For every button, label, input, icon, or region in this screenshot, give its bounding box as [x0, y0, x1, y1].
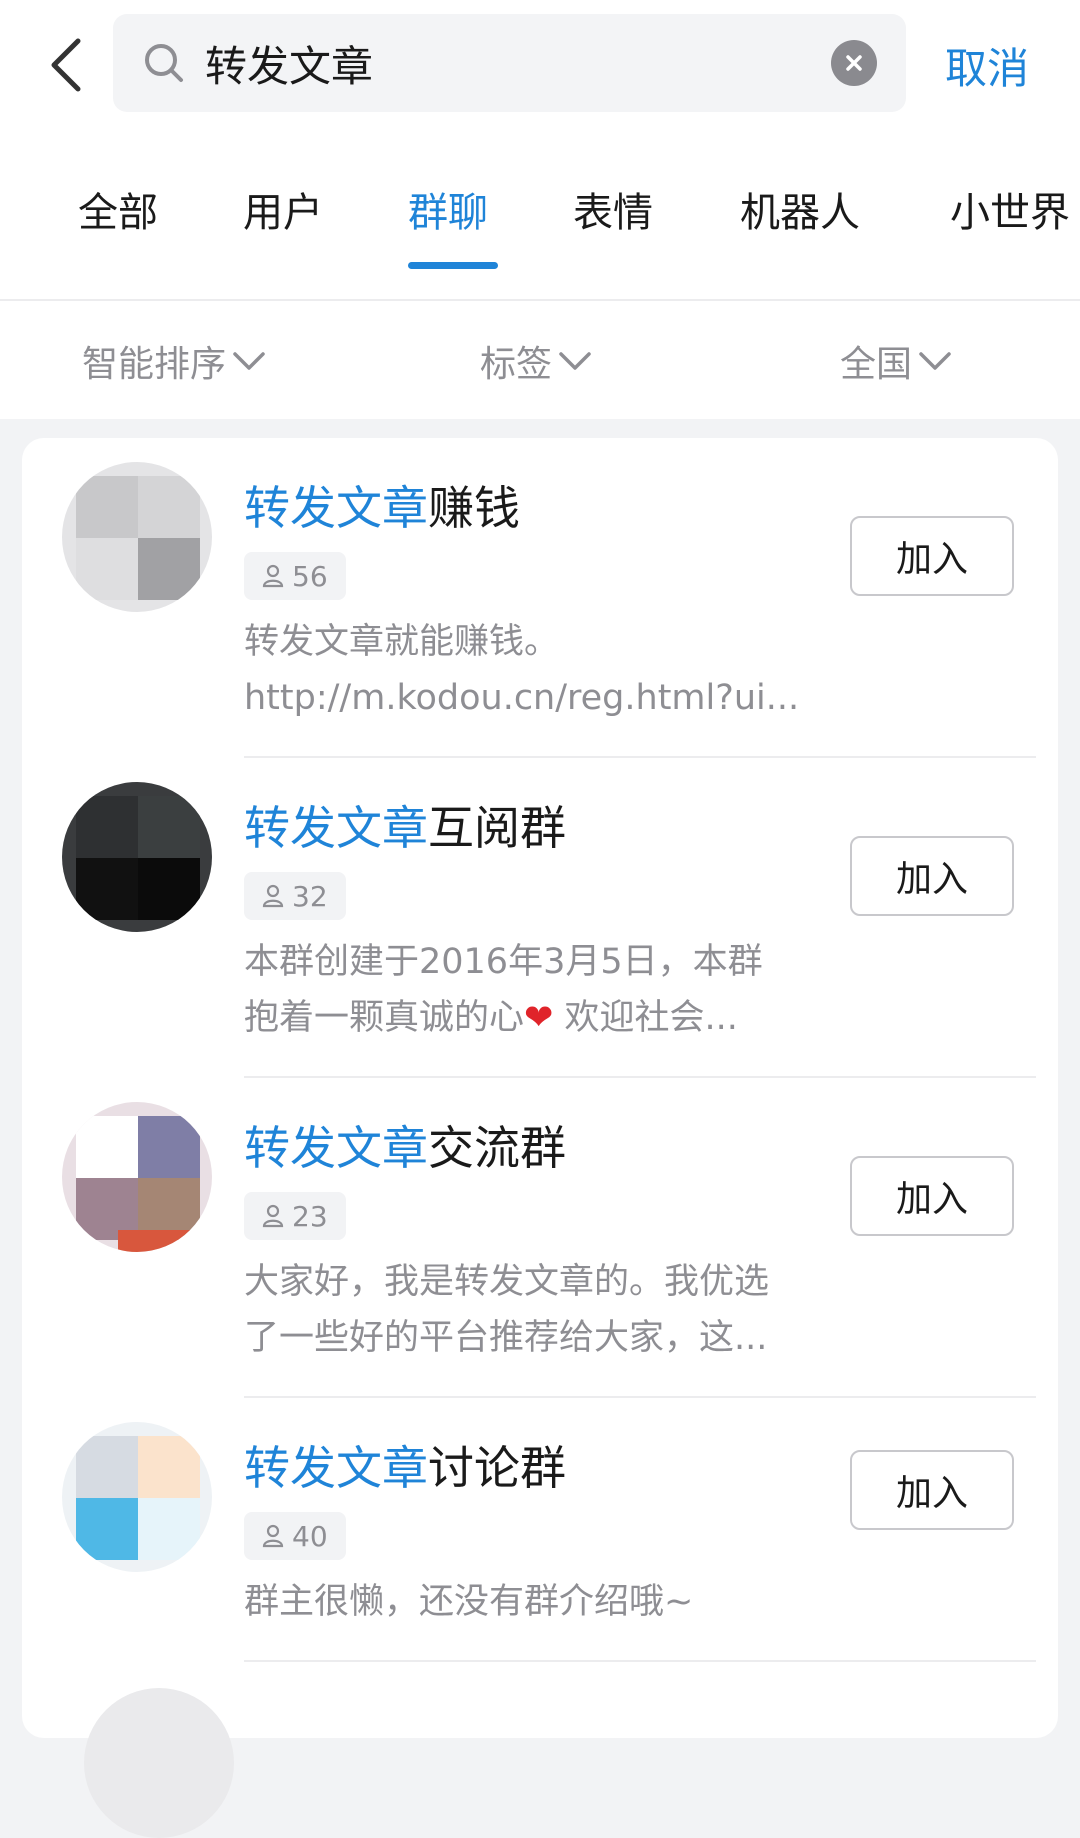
group-title-rest: 交流群 — [428, 1121, 566, 1175]
tab-small-world[interactable]: 小世界 — [950, 180, 1070, 250]
group-title: 转发文章赚钱 — [244, 472, 520, 538]
group-title-highlight: 转发文章 — [244, 801, 428, 855]
group-description-line: 本群创建于2016年3月5日，本群 — [244, 942, 763, 982]
active-tab-indicator — [408, 262, 498, 269]
person-icon — [262, 884, 284, 908]
top-bar: 取消 全部 用户 群聊 表情 机器人 小世界 — [0, 0, 1080, 300]
group-title: 转发文章互阅群 — [244, 792, 566, 858]
search-input[interactable] — [205, 32, 825, 94]
group-description-line: 转发文章就能赚钱。 — [244, 622, 560, 662]
tag-filter-label: 标签 — [480, 344, 553, 385]
search-icon — [145, 44, 183, 82]
group-description: 本群创建于2016年3月5日，本群 抱着一颗真诚的心❤ 欢迎社会... — [244, 934, 824, 1046]
group-description: 群主很懒，还没有群介绍哦~ — [244, 1574, 824, 1630]
cancel-button[interactable]: 取消 — [945, 30, 1055, 100]
join-button[interactable]: 加入 — [850, 516, 1014, 596]
group-row[interactable]: 转发文章交流群 23 大家好，我是转发文章的。我优选 了一些好的平台推荐给大家，… — [22, 1078, 1058, 1398]
group-title-rest: 赚钱 — [428, 481, 520, 535]
tab-stickers[interactable]: 表情 — [573, 180, 653, 250]
row-divider — [244, 1660, 1036, 1662]
group-description: 转发文章就能赚钱。 http://m.kodou.cn/reg.html?ui.… — [244, 614, 824, 726]
group-results-list: 转发文章赚钱 56 转发文章就能赚钱。 http://m.kodou.cn/re… — [22, 438, 1058, 1838]
tab-users[interactable]: 用户 — [243, 180, 323, 250]
member-count: 23 — [292, 1199, 328, 1233]
group-description-line: 抱着一颗真诚的心❤ 欢迎社会... — [244, 990, 824, 1046]
region-filter-label: 全国 — [840, 344, 913, 385]
back-button[interactable] — [40, 30, 90, 100]
filter-bar: 智能排序 标签 全国 — [0, 301, 1080, 419]
description-text: 欢迎社会... — [553, 998, 738, 1038]
group-title-highlight: 转发文章 — [244, 1441, 428, 1495]
heart-icon: ❤ — [524, 998, 554, 1038]
tab-bots[interactable]: 机器人 — [740, 180, 860, 250]
group-title-highlight: 转发文章 — [244, 1121, 428, 1175]
chevron-down-icon — [559, 352, 591, 370]
person-icon — [262, 1204, 284, 1228]
group-avatar — [62, 782, 212, 932]
group-title-rest: 互阅群 — [428, 801, 566, 855]
person-icon — [262, 564, 284, 588]
join-button[interactable]: 加入 — [850, 836, 1014, 916]
tab-all[interactable]: 全部 — [78, 180, 158, 250]
member-count-badge: 56 — [244, 552, 346, 600]
group-row[interactable]: 转发文章互阅群 32 本群创建于2016年3月5日，本群 抱着一颗真诚的心❤ 欢… — [22, 758, 1058, 1078]
group-title: 转发文章讨论群 — [244, 1432, 566, 1498]
group-avatar — [62, 1102, 212, 1252]
chevron-left-icon — [51, 38, 81, 92]
group-avatar — [62, 1422, 212, 1572]
group-row[interactable]: 转发文章讨论群 40 群主很懒，还没有群介绍哦~ 加入 — [22, 1398, 1058, 1718]
group-description: 大家好，我是转发文章的。我优选 了一些好的平台推荐给大家，这... — [244, 1254, 824, 1366]
member-count-badge: 23 — [244, 1192, 346, 1240]
group-title: 转发文章交流群 — [244, 1112, 566, 1178]
sort-filter[interactable]: 智能排序 — [82, 333, 266, 389]
member-count: 56 — [292, 559, 328, 593]
join-button[interactable]: 加入 — [850, 1450, 1014, 1530]
group-description-line: 群主很懒，还没有群介绍哦~ — [244, 1582, 694, 1622]
region-filter[interactable]: 全国 — [840, 333, 952, 389]
chevron-down-icon — [233, 352, 265, 370]
group-description-line: 大家好，我是转发文章的。我优选 — [244, 1262, 770, 1302]
person-icon — [262, 1524, 284, 1548]
member-count-badge: 32 — [244, 872, 346, 920]
group-title-highlight: 转发文章 — [244, 481, 428, 535]
sort-filter-label: 智能排序 — [82, 344, 227, 385]
group-avatar — [84, 1688, 234, 1838]
group-description-line: 了一些好的平台推荐给大家，这... — [244, 1318, 768, 1358]
clear-icon — [846, 55, 862, 71]
search-box[interactable] — [113, 14, 906, 112]
category-tabs: 全部 用户 群聊 表情 机器人 小世界 — [0, 180, 1080, 280]
chevron-down-icon — [919, 352, 951, 370]
member-count: 40 — [292, 1519, 328, 1553]
group-row[interactable]: 转发文章赚钱 56 转发文章就能赚钱。 http://m.kodou.cn/re… — [22, 438, 1058, 758]
group-title-rest: 讨论群 — [428, 1441, 566, 1495]
tab-group-chats[interactable]: 群聊 — [408, 180, 488, 250]
tag-filter[interactable]: 标签 — [480, 333, 592, 389]
clear-search-button[interactable] — [831, 40, 877, 86]
description-text: 抱着一颗真诚的心 — [244, 998, 525, 1038]
member-count: 32 — [292, 879, 328, 913]
member-count-badge: 40 — [244, 1512, 346, 1560]
group-description-line: http://m.kodou.cn/reg.html?ui... — [244, 678, 800, 718]
join-button[interactable]: 加入 — [850, 1156, 1014, 1236]
group-avatar — [62, 462, 212, 612]
